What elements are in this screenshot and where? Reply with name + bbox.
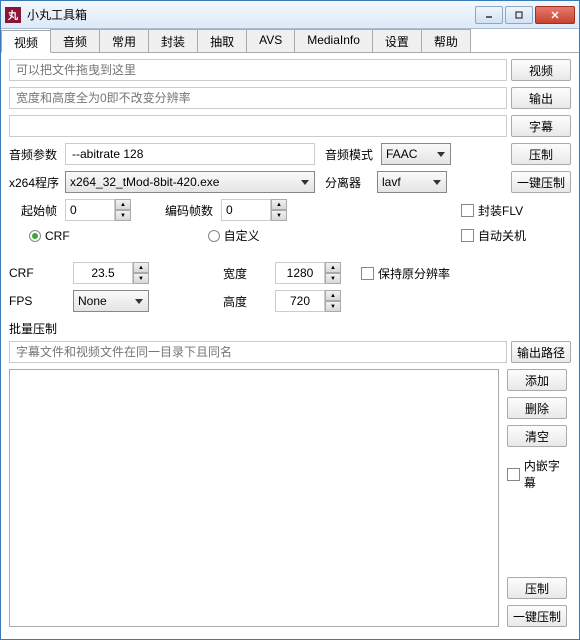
keepres-checkbox[interactable]: 保持原分辨率	[361, 265, 450, 282]
title-bar: 丸 小丸工具箱	[1, 1, 579, 29]
tab-bar: 视频 音频 常用 封装 抽取 AVS MediaInfo 设置 帮助	[1, 29, 579, 53]
delete-button[interactable]: 删除	[507, 397, 567, 419]
demuxer-select[interactable]: lavf	[377, 171, 447, 193]
tab-help[interactable]: 帮助	[421, 29, 471, 52]
x264-select[interactable]: x264_32_tMod-8bit-420.exe	[65, 171, 315, 193]
add-button[interactable]: 添加	[507, 369, 567, 391]
crf-radio[interactable]: CRF	[29, 229, 70, 243]
startframe-spinner[interactable]: ▲▼	[65, 199, 131, 221]
onekey-button[interactable]: 一键压制	[511, 171, 571, 193]
audio-mode-label: 音频模式	[325, 146, 377, 163]
width-label: 宽度	[223, 265, 251, 282]
batch-path-field[interactable]	[9, 341, 507, 363]
audio-params-label: 音频参数	[9, 146, 61, 163]
tab-mux[interactable]: 封装	[148, 29, 198, 52]
spin-down-icon[interactable]: ▼	[115, 210, 131, 221]
app-icon: 丸	[5, 7, 21, 23]
custom-radio[interactable]: 自定义	[208, 227, 260, 244]
clear-button[interactable]: 清空	[507, 425, 567, 447]
encframes-spinner[interactable]: ▲▼	[221, 199, 287, 221]
wrapflv-checkbox[interactable]: 封装FLV	[461, 202, 571, 219]
fps-label: FPS	[9, 294, 49, 308]
video-button[interactable]: 视频	[511, 59, 571, 81]
tab-video[interactable]: 视频	[1, 30, 51, 53]
embedsub-checkbox[interactable]: 内嵌字幕	[507, 457, 571, 491]
output-button[interactable]: 输出	[511, 87, 571, 109]
startframe-label: 起始帧	[9, 202, 61, 219]
height-spinner[interactable]: ▲▼	[275, 290, 341, 312]
window-title: 小丸工具箱	[27, 6, 475, 23]
outpath-button[interactable]: 输出路径	[511, 341, 571, 363]
encframes-label: 编码帧数	[165, 202, 217, 219]
maximize-button[interactable]	[505, 6, 533, 24]
tab-audio[interactable]: 音频	[50, 29, 100, 52]
audio-mode-select[interactable]: FAAC	[381, 143, 451, 165]
width-spinner[interactable]: ▲▼	[275, 262, 341, 284]
subtitle-file-field[interactable]	[9, 115, 507, 137]
crf-spinner[interactable]: ▲▼	[73, 262, 149, 284]
batch-onekey-button[interactable]: 一键压制	[507, 605, 567, 627]
batch-section-label: 批量压制	[9, 320, 571, 337]
height-label: 高度	[223, 293, 251, 310]
x264-label: x264程序	[9, 174, 61, 191]
output-file-field[interactable]	[9, 87, 507, 109]
minimize-button[interactable]	[475, 6, 503, 24]
compress-button[interactable]: 压制	[511, 143, 571, 165]
crf-value-label: CRF	[9, 266, 49, 280]
tab-extract[interactable]: 抽取	[197, 29, 247, 52]
autoshut-checkbox[interactable]: 自动关机	[461, 227, 571, 244]
demuxer-label: 分离器	[325, 174, 373, 191]
tab-settings[interactable]: 设置	[372, 29, 422, 52]
app-window: 丸 小丸工具箱 视频 音频 常用 封装 抽取 AVS MediaInfo 设置 …	[0, 0, 580, 640]
input-file-field[interactable]	[9, 59, 507, 81]
batch-list[interactable]	[9, 369, 499, 627]
subtitle-button[interactable]: 字幕	[511, 115, 571, 137]
tab-avs[interactable]: AVS	[246, 29, 295, 52]
close-button[interactable]	[535, 6, 575, 24]
spin-up-icon[interactable]: ▲	[115, 199, 131, 210]
tab-common[interactable]: 常用	[99, 29, 149, 52]
audio-params-input[interactable]	[65, 143, 315, 165]
tab-content: 视频 输出 字幕 音频参数 音频模式 FAAC 压制 x264程序 x264_3…	[1, 53, 579, 639]
tab-mediainfo[interactable]: MediaInfo	[294, 29, 373, 52]
batch-compress-button[interactable]: 压制	[507, 577, 567, 599]
fps-select[interactable]: None	[73, 290, 149, 312]
window-buttons	[475, 6, 575, 24]
